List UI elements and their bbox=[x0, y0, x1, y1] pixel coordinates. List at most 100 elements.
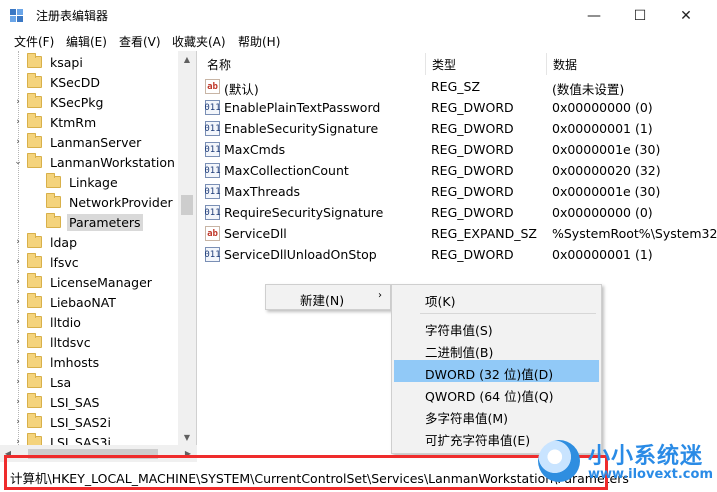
folder-icon bbox=[27, 393, 42, 408]
tree-item[interactable]: › LicenseManager bbox=[12, 272, 154, 292]
value-data: 0x00000020 (32) bbox=[552, 163, 661, 178]
minimize-button[interactable]: — bbox=[571, 0, 617, 31]
value-data: 0x00000001 (1) bbox=[552, 247, 653, 262]
column-header-type[interactable]: 类型 bbox=[432, 56, 456, 73]
tree-item-label: Linkage bbox=[69, 174, 118, 190]
expander-icon[interactable]: › bbox=[12, 336, 24, 348]
value-row[interactable]: 011 RequireSecuritySignature REG_DWORD 0… bbox=[198, 203, 717, 224]
tree-item[interactable]: ksapi bbox=[12, 52, 85, 72]
submenu-new-binary-value[interactable]: 二进制值(B) bbox=[394, 338, 599, 360]
value-row[interactable]: ab (默认) REG_SZ (数值未设置) bbox=[198, 77, 717, 98]
tree-scroll-thumb[interactable] bbox=[181, 195, 193, 215]
string-value-icon: ab bbox=[205, 226, 220, 241]
expander-icon[interactable] bbox=[31, 196, 43, 208]
submenu-new-dword-value[interactable]: DWORD (32 位)值(D) bbox=[394, 360, 599, 382]
value-data: 0x0000001e (30) bbox=[552, 142, 661, 157]
menu-file[interactable]: 文件(F) bbox=[14, 33, 54, 50]
tree-item[interactable]: › lltdio bbox=[12, 312, 83, 332]
value-type: REG_DWORD bbox=[431, 142, 514, 157]
tree-item[interactable]: NetworkProvider bbox=[31, 192, 175, 212]
watermark-logo-icon bbox=[538, 440, 580, 482]
expander-icon[interactable]: › bbox=[12, 356, 24, 368]
value-row[interactable]: 011 EnableSecuritySignature REG_DWORD 0x… bbox=[198, 119, 717, 140]
tree-item-label: NetworkProvider bbox=[69, 194, 173, 210]
column-separator[interactable] bbox=[546, 53, 547, 75]
watermark-brand: 小小系统迷 bbox=[588, 444, 704, 469]
submenu-new-multi-string-value[interactable]: 多字符串值(M) bbox=[394, 404, 599, 426]
expander-icon[interactable] bbox=[31, 216, 43, 228]
submenu-arrow-icon: › bbox=[378, 290, 382, 301]
expander-icon[interactable]: › bbox=[12, 256, 24, 268]
value-row[interactable]: 011 MaxCmds REG_DWORD 0x0000001e (30) bbox=[198, 140, 717, 161]
column-separator[interactable] bbox=[425, 53, 426, 75]
binary-value-icon: 011 bbox=[204, 184, 221, 199]
tree-item[interactable]: › KtmRm bbox=[12, 112, 98, 132]
expander-icon[interactable]: › bbox=[12, 116, 24, 128]
tree-item[interactable]: › ldap bbox=[12, 232, 79, 252]
binary-value-icon: 011 bbox=[204, 247, 221, 262]
tree-item-lanmanworkstation[interactable]: ⌄ LanmanWorkstation bbox=[12, 152, 177, 172]
expander-icon[interactable]: › bbox=[12, 316, 24, 328]
tree-item[interactable]: Linkage bbox=[31, 172, 120, 192]
value-row[interactable]: 011 ServiceDllUnloadOnStop REG_DWORD 0x0… bbox=[198, 245, 717, 266]
expander-icon[interactable]: › bbox=[12, 236, 24, 248]
menu-view[interactable]: 查看(V) bbox=[119, 33, 161, 50]
value-row[interactable]: 011 MaxThreads REG_DWORD 0x0000001e (30) bbox=[198, 182, 717, 203]
submenu-new-key[interactable]: 项(K) bbox=[394, 287, 599, 309]
expander-icon[interactable]: › bbox=[12, 276, 24, 288]
expander-icon[interactable]: › bbox=[12, 296, 24, 308]
watermark: 小小系统迷 www.ilovext.com bbox=[538, 432, 717, 492]
scroll-up-icon[interactable]: ▲ bbox=[178, 51, 196, 67]
tree-item[interactable]: › LSI_SAS2i bbox=[12, 412, 113, 432]
value-row[interactable]: 011 MaxCollectionCount REG_DWORD 0x00000… bbox=[198, 161, 717, 182]
value-row[interactable]: 011 EnablePlainTextPassword REG_DWORD 0x… bbox=[198, 98, 717, 119]
tree-item-label: KSecDD bbox=[50, 74, 100, 90]
tree-item-parameters[interactable]: Parameters bbox=[31, 212, 143, 232]
context-menu-new[interactable]: 新建(N) bbox=[300, 290, 344, 309]
expander-icon[interactable] bbox=[12, 76, 24, 88]
tree-item[interactable]: › lfsvc bbox=[12, 252, 81, 272]
tree-item[interactable]: › LSI_SAS bbox=[12, 392, 102, 412]
expander-icon[interactable]: › bbox=[12, 96, 24, 108]
submenu-item-label: DWORD (32 位)值(D) bbox=[425, 367, 554, 382]
value-name: (默认) bbox=[224, 82, 259, 97]
tree-item-label: LiebaoNAT bbox=[50, 294, 116, 310]
value-data: (数值未设置) bbox=[552, 82, 625, 97]
expander-icon[interactable]: › bbox=[12, 436, 24, 445]
expander-icon[interactable]: › bbox=[12, 136, 24, 148]
folder-icon bbox=[27, 293, 42, 308]
tree-item[interactable]: › LiebaoNAT bbox=[12, 292, 118, 312]
tree-item[interactable]: KSecDD bbox=[12, 72, 102, 92]
context-menu: 新建(N) › bbox=[265, 284, 391, 310]
scroll-down-icon[interactable]: ▼ bbox=[178, 429, 196, 445]
expander-icon[interactable]: › bbox=[12, 376, 24, 388]
expander-icon[interactable] bbox=[12, 56, 24, 68]
menu-help[interactable]: 帮助(H) bbox=[238, 33, 280, 50]
column-header-name[interactable]: 名称 bbox=[207, 56, 231, 73]
value-type: REG_DWORD bbox=[431, 121, 514, 136]
submenu-item-label: QWORD (64 位)值(Q) bbox=[425, 389, 554, 404]
collapse-icon[interactable]: ⌄ bbox=[12, 156, 24, 168]
close-button[interactable]: ✕ bbox=[663, 0, 709, 31]
key-tree-pane[interactable]: ksapi KSecDD › KSecPkg › KtmRm › LanmanServ… bbox=[0, 51, 197, 445]
tree-item[interactable]: › lmhosts bbox=[12, 352, 101, 372]
value-row[interactable]: ab ServiceDll REG_EXPAND_SZ %SystemRoot%… bbox=[198, 224, 717, 245]
tree-vertical-scrollbar[interactable] bbox=[178, 51, 196, 445]
menu-favorites[interactable]: 收藏夹(A) bbox=[172, 33, 226, 50]
tree-item[interactable]: › KSecPkg bbox=[12, 92, 105, 112]
tree-item[interactable]: › LSI_SAS3i bbox=[12, 432, 113, 445]
tree-item[interactable]: › LanmanServer bbox=[12, 132, 143, 152]
value-type: REG_EXPAND_SZ bbox=[431, 226, 537, 241]
expander-icon[interactable]: › bbox=[12, 416, 24, 428]
expander-icon[interactable]: › bbox=[12, 396, 24, 408]
tree-item[interactable]: › lltdsvc bbox=[12, 332, 93, 352]
menu-edit[interactable]: 编辑(E) bbox=[66, 33, 107, 50]
tree-item[interactable]: › Lsa bbox=[12, 372, 73, 392]
submenu-new-qword-value[interactable]: QWORD (64 位)值(Q) bbox=[394, 382, 599, 404]
submenu-item-label: 字符串值(S) bbox=[425, 323, 493, 338]
maximize-button[interactable]: ☐ bbox=[617, 0, 663, 31]
value-name: MaxCmds bbox=[224, 142, 286, 157]
column-header-data[interactable]: 数据 bbox=[553, 56, 577, 73]
expander-icon[interactable] bbox=[31, 176, 43, 188]
submenu-new-string-value[interactable]: 字符串值(S) bbox=[394, 316, 599, 338]
